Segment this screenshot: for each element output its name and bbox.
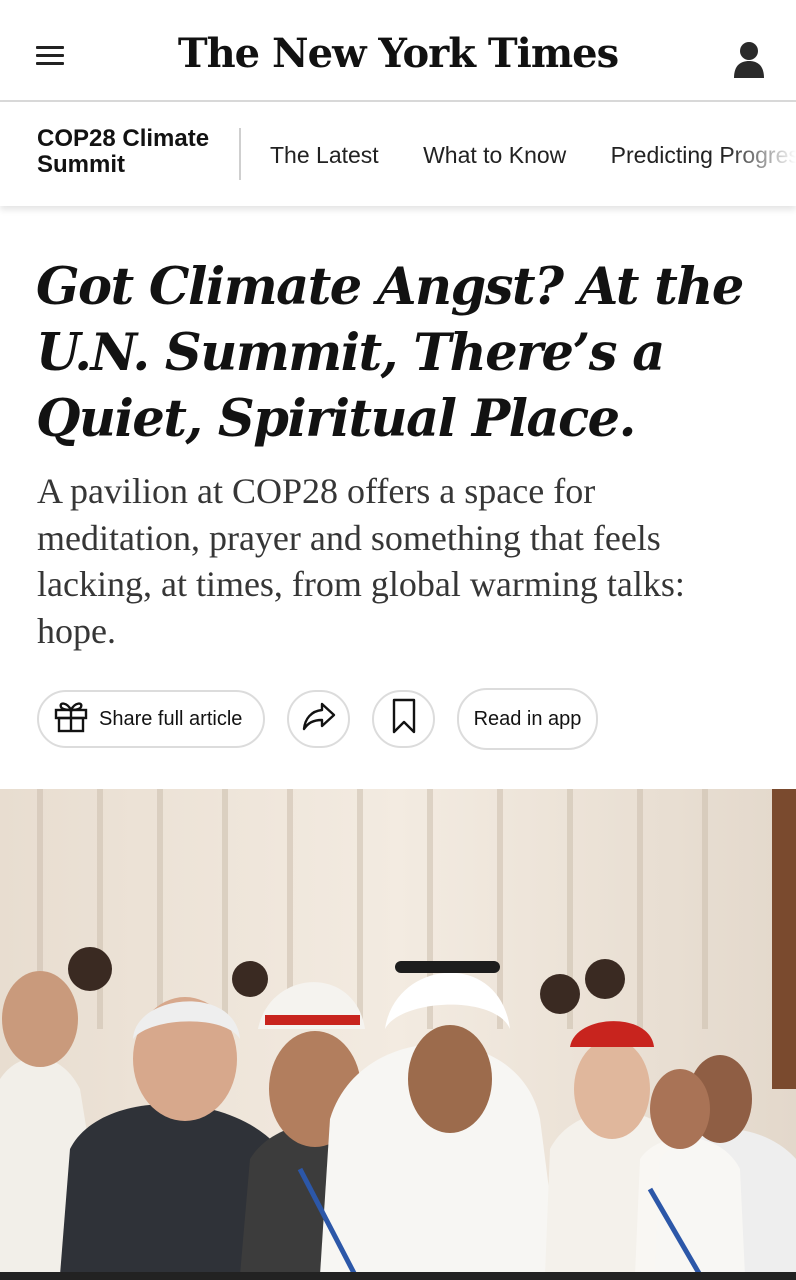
section-nav: COP28 Climate Summit The Latest What to …: [0, 102, 796, 206]
audience-photo-illustration: [0, 789, 796, 1275]
masthead-logo[interactable]: The New York Times: [0, 30, 796, 77]
read-in-app-button[interactable]: Read in app: [457, 688, 598, 750]
nav-link-the-latest[interactable]: The Latest: [270, 142, 379, 168]
article-summary: A pavilion at COP28 offers a space for m…: [37, 471, 685, 651]
user-account-icon[interactable]: [732, 40, 766, 80]
save-bookmark-button[interactable]: [372, 690, 435, 748]
article-headline: Got Climate Angst? At the U.N. Summit, T…: [36, 257, 744, 449]
top-bar: The New York Times: [0, 0, 796, 102]
section-nav-links: The Latest What to Know Predicting Progr…: [270, 142, 796, 169]
image-bottom-edge: [0, 1272, 796, 1280]
share-full-article-button[interactable]: Share full article: [37, 690, 265, 748]
gift-icon: [53, 698, 89, 740]
nav-divider: [239, 128, 241, 180]
section-title[interactable]: COP28 Climate Summit: [37, 126, 227, 178]
share-arrow-icon: [301, 701, 337, 737]
nav-scroll-fade: [726, 102, 796, 206]
share-button[interactable]: [287, 690, 350, 748]
share-full-article-label: Share full article: [99, 707, 243, 730]
nav-link-what-to-know[interactable]: What to Know: [423, 142, 566, 168]
bookmark-icon: [391, 698, 417, 740]
article-hero-image: [0, 789, 796, 1275]
